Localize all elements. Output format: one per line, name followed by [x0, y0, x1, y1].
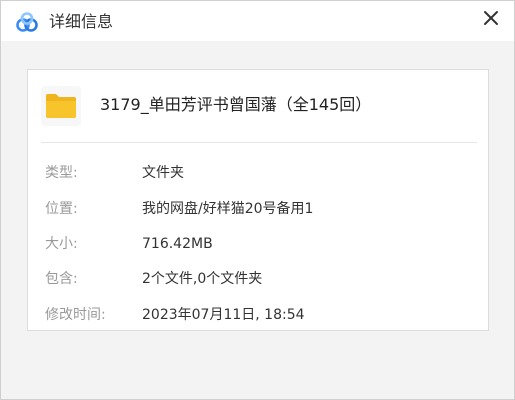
size-label: 大小: — [45, 236, 78, 252]
title-bar: 详细信息 — [1, 1, 514, 41]
divider — [41, 142, 477, 143]
details-panel: 3179_单田芳评书曾国藩（全145回） 类型: 文件夹 位置: 我的网盘/好样… — [27, 69, 489, 331]
close-button[interactable] — [478, 5, 504, 31]
info-row-size: 大小: 716.42MB — [45, 233, 475, 255]
folder-thumbnail — [41, 86, 81, 126]
info-row-location: 位置: 我的网盘/好样猫20号备用1 — [45, 198, 475, 220]
file-name: 3179_单田芳评书曾国藩（全145回） — [100, 95, 372, 114]
info-row-modified: 修改时间: 2023年07月11日, 18:54 — [45, 304, 475, 326]
contains-label: 包含: — [45, 271, 78, 287]
type-value: 文件夹 — [142, 165, 184, 181]
close-icon — [484, 11, 498, 25]
modified-value: 2023年07月11日, 18:54 — [142, 307, 305, 323]
info-row-type: 类型: 文件夹 — [45, 162, 475, 184]
modified-label: 修改时间: — [45, 307, 106, 323]
type-label: 类型: — [45, 165, 78, 181]
size-value: 716.42MB — [142, 236, 213, 252]
info-row-contains: 包含: 2个文件,0个文件夹 — [45, 268, 475, 290]
folder-icon — [46, 94, 76, 118]
contains-value: 2个文件,0个文件夹 — [142, 271, 263, 287]
details-dialog: 详细信息 3179_单田芳评书曾国藩（全145回） 类型: 文件夹 位置: 我的… — [0, 0, 515, 400]
location-value: 我的网盘/好样猫20号备用1 — [142, 201, 314, 217]
dialog-title: 详细信息 — [49, 12, 114, 31]
cloud-logo-icon — [15, 11, 39, 33]
location-label: 位置: — [45, 201, 78, 217]
